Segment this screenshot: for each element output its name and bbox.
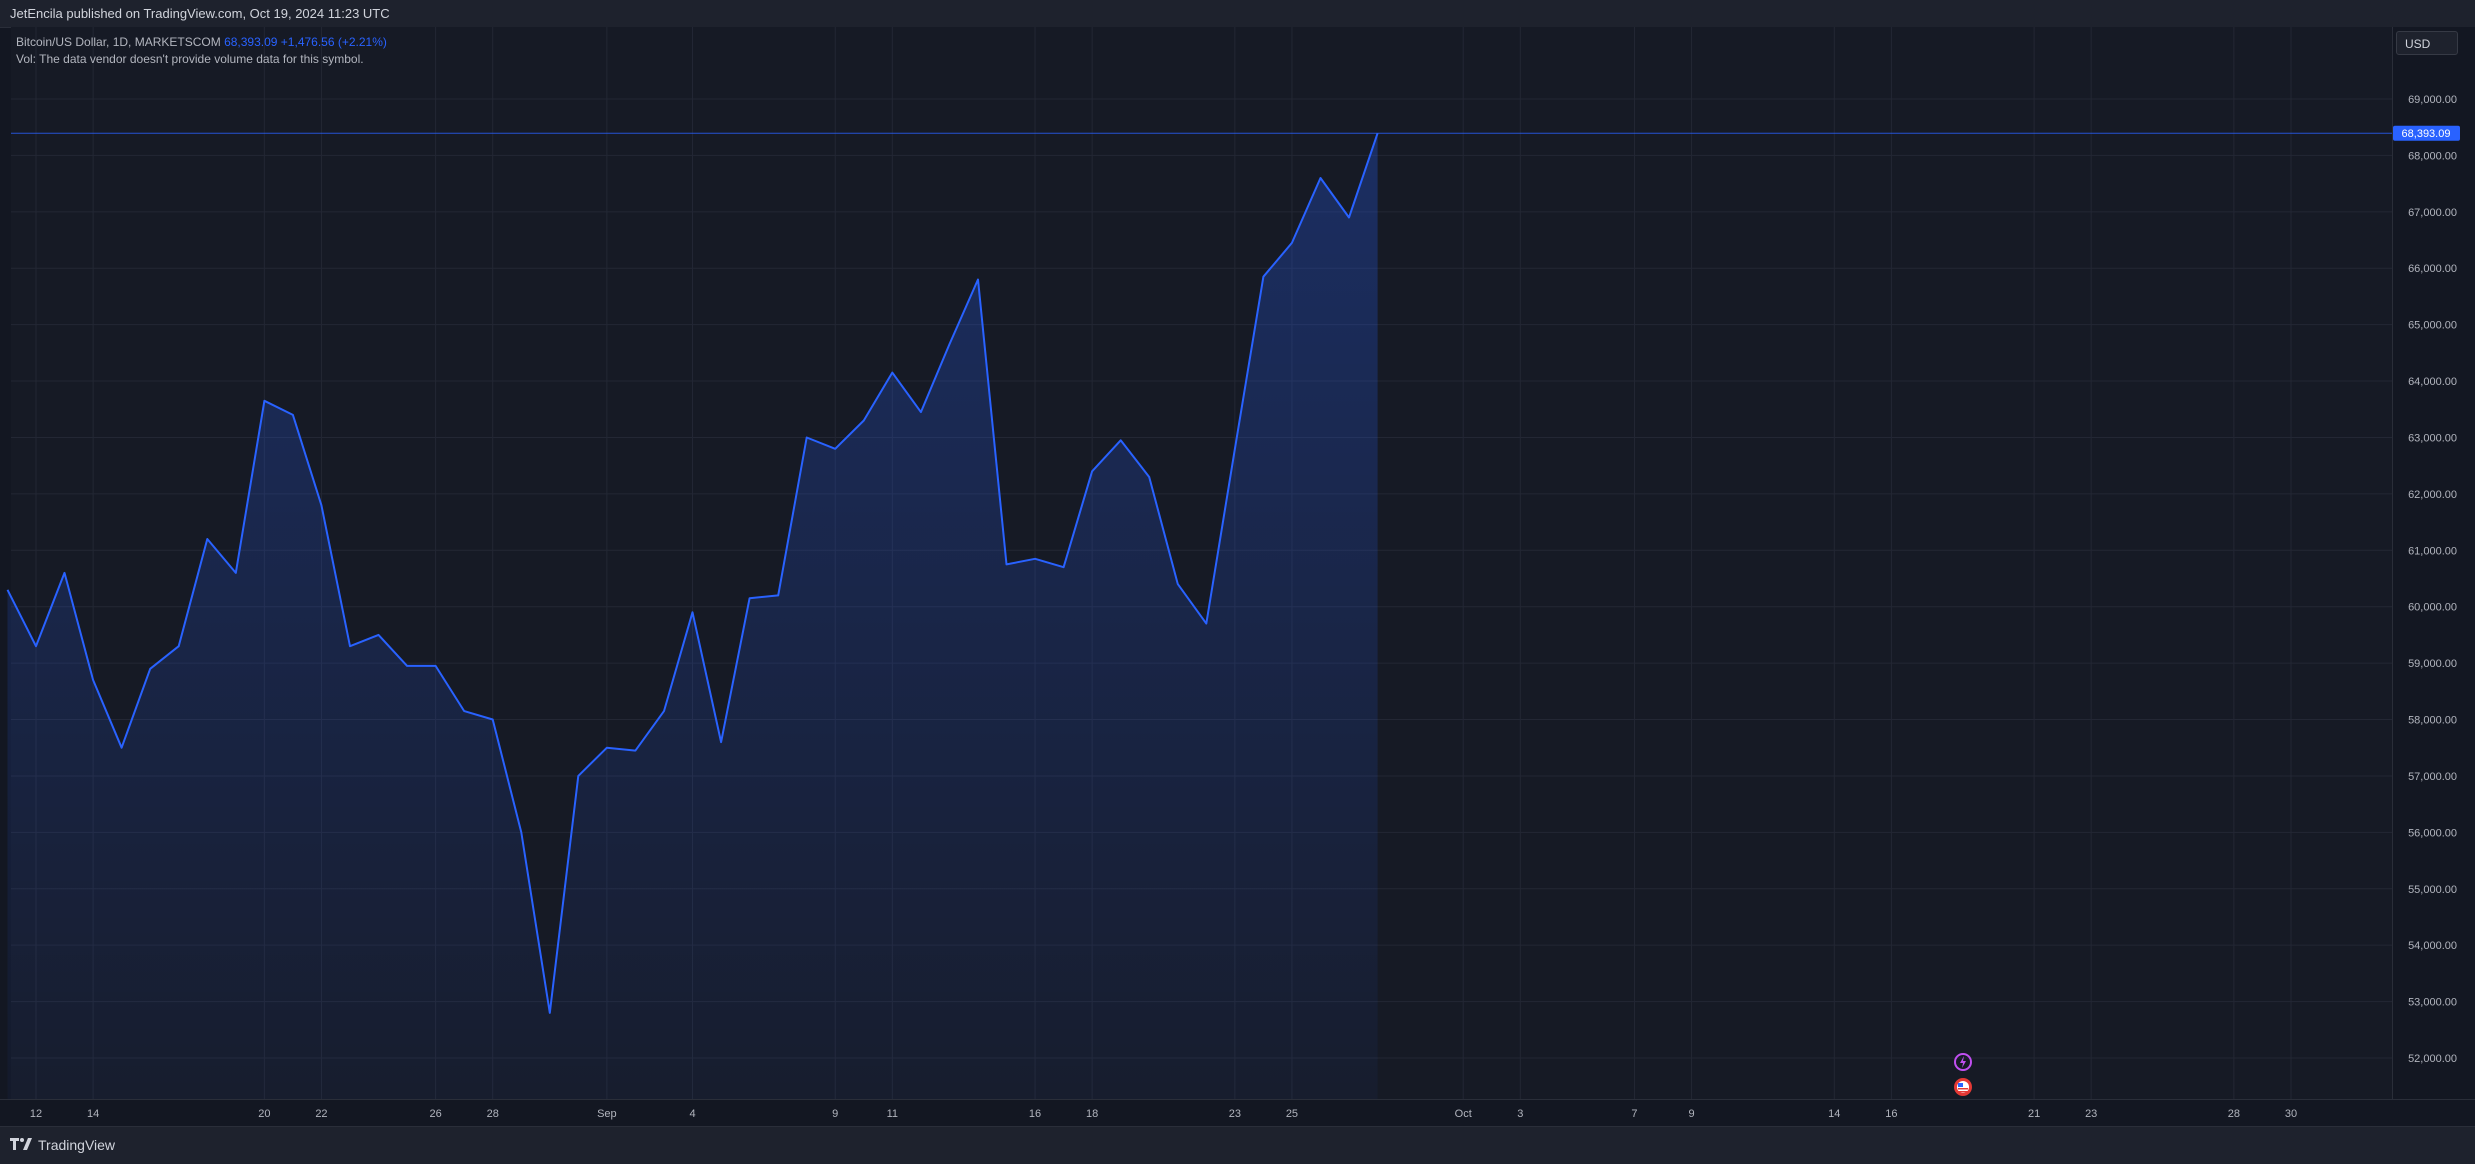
x-tick-label: 16 bbox=[1885, 1108, 1897, 1120]
x-tick-label: 26 bbox=[429, 1108, 441, 1120]
x-tick-label: 9 bbox=[1689, 1108, 1695, 1120]
lightning-icon[interactable] bbox=[1954, 1053, 1972, 1071]
y-tick-label: 54,000.00 bbox=[2408, 940, 2457, 952]
legend-last-value: 68,393.09 bbox=[224, 35, 278, 49]
y-tick-label: 61,000.00 bbox=[2408, 545, 2457, 557]
us-flag-icon[interactable] bbox=[1954, 1078, 1972, 1096]
x-tick-label: 12 bbox=[30, 1108, 42, 1120]
last-price-layer: 68,393.09 bbox=[11, 125, 2460, 141]
x-tick-label: 22 bbox=[315, 1108, 327, 1120]
x-tick-label: 25 bbox=[1286, 1108, 1298, 1120]
x-tick-label: 23 bbox=[1229, 1108, 1241, 1120]
y-tick-label: 62,000.00 bbox=[2408, 489, 2457, 501]
y-tick-label: 67,000.00 bbox=[2408, 207, 2457, 219]
x-tick-label: 23 bbox=[2085, 1108, 2097, 1120]
x-tick-label: Sep bbox=[597, 1108, 617, 1120]
x-tick-label: 28 bbox=[487, 1108, 499, 1120]
events-layer bbox=[1954, 1053, 1972, 1096]
x-tick-label: 9 bbox=[832, 1108, 838, 1120]
y-tick-label: 60,000.00 bbox=[2408, 602, 2457, 614]
legend-volume-note: Vol: The data vendor doesn't provide vol… bbox=[16, 52, 364, 66]
x-tick-label: 30 bbox=[2285, 1108, 2297, 1120]
legend-change: +1,476.56 (+2.21%) bbox=[280, 35, 387, 49]
tradingview-logo-icon bbox=[10, 1137, 32, 1153]
legend-symbol[interactable]: Bitcoin/US Dollar, 1D, MARKETSCOM bbox=[16, 35, 221, 49]
x-tick-label: 7 bbox=[1631, 1108, 1637, 1120]
tradingview-logo[interactable]: TradingView bbox=[10, 1137, 115, 1153]
x-tick-label: 3 bbox=[1517, 1108, 1523, 1120]
chart-legend: Bitcoin/US Dollar, 1D, MARKETSCOM 68,393… bbox=[16, 34, 387, 68]
y-tick-label: 55,000.00 bbox=[2408, 884, 2457, 896]
last-price-label: 68,393.09 bbox=[2402, 128, 2451, 140]
y-tick-label: 53,000.00 bbox=[2408, 997, 2457, 1009]
x-tick-labels: 12 14 20 22 26 28 Sep 4 9 11 16 18 23 25 Oct 3 7 9 14 16 21 2… bbox=[30, 1108, 2297, 1120]
x-tick-label: 20 bbox=[258, 1108, 270, 1120]
y-tick-label: 56,000.00 bbox=[2408, 827, 2457, 839]
x-tick-label: 21 bbox=[2028, 1108, 2040, 1120]
y-tick-label: 57,000.00 bbox=[2408, 771, 2457, 783]
y-tick-label: 59,000.00 bbox=[2408, 658, 2457, 670]
x-tick-label: 16 bbox=[1029, 1108, 1041, 1120]
x-tick-label: 18 bbox=[1086, 1108, 1098, 1120]
y-tick-labels: 52,000.00 53,000.00 54,000.00 55,000.00 56,0… bbox=[2408, 94, 2457, 1065]
brand-name: TradingView bbox=[38, 1137, 116, 1153]
y-tick-label: 68,000.00 bbox=[2408, 150, 2457, 162]
x-tick-label: 14 bbox=[1828, 1108, 1840, 1120]
y-tick-label: 65,000.00 bbox=[2408, 320, 2457, 332]
y-tick-label: 58,000.00 bbox=[2408, 715, 2457, 727]
x-tick-label: 4 bbox=[689, 1108, 695, 1120]
y-tick-label: 52,000.00 bbox=[2408, 1053, 2457, 1065]
x-tick-label: Oct bbox=[1455, 1108, 1472, 1120]
y-tick-label: 63,000.00 bbox=[2408, 432, 2457, 444]
y-tick-label: 69,000.00 bbox=[2408, 94, 2457, 106]
y-tick-label: 66,000.00 bbox=[2408, 263, 2457, 275]
currency-selector[interactable]: USD bbox=[2396, 31, 2458, 55]
x-tick-label: 14 bbox=[87, 1108, 99, 1120]
x-tick-label: 28 bbox=[2228, 1108, 2240, 1120]
y-tick-label: 64,000.00 bbox=[2408, 376, 2457, 388]
x-tick-label: 11 bbox=[887, 1108, 898, 1120]
chart-svg: 52,000.00 53,000.00 54,000.00 55,000.00 56,0… bbox=[6, 27, 2460, 1120]
